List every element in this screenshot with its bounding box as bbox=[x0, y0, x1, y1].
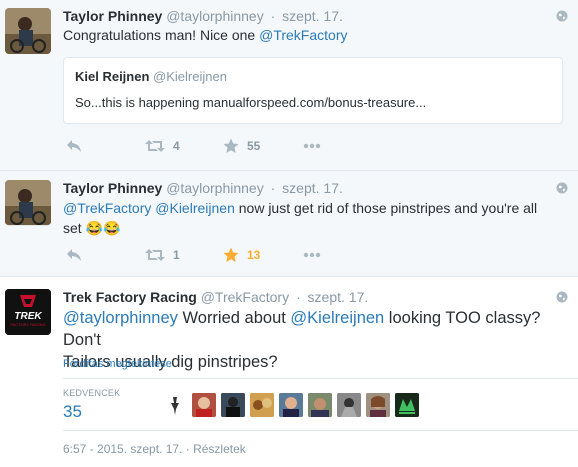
more-button[interactable] bbox=[303, 246, 321, 264]
reply-button[interactable] bbox=[66, 246, 82, 264]
globe-icon bbox=[556, 182, 568, 194]
retweet-button[interactable]: 1 bbox=[145, 246, 180, 264]
retweet-count: 1 bbox=[173, 248, 180, 262]
more-icon bbox=[303, 143, 321, 149]
retweet-icon bbox=[145, 249, 165, 261]
separator-dot: · bbox=[270, 180, 276, 196]
mention-link[interactable]: @taylorphinney bbox=[63, 309, 178, 327]
avatar-taylor-phinney[interactable] bbox=[5, 180, 51, 226]
quoted-header: Kiel Reijnen @Kielreijnen bbox=[75, 69, 227, 84]
more-button[interactable] bbox=[303, 137, 321, 155]
favorite-button[interactable]: 55 bbox=[223, 137, 260, 155]
quoted-tweet[interactable]: Kiel Reijnen @Kielreijnen So...this is h… bbox=[63, 57, 563, 124]
favorites-stat[interactable]: KEDVENCEK 35 bbox=[63, 388, 120, 422]
translate-link[interactable]: Fordítás megtekintése bbox=[63, 358, 172, 370]
favorite-count: 55 bbox=[247, 139, 261, 153]
separator-dot: · bbox=[295, 289, 301, 305]
tweet-time[interactable]: szept. 17. bbox=[282, 8, 343, 24]
more-icon bbox=[303, 252, 321, 258]
author-handle[interactable]: @taylorphinney bbox=[166, 180, 264, 196]
star-icon bbox=[223, 247, 239, 262]
globe-icon bbox=[556, 291, 568, 303]
reply-icon bbox=[67, 140, 81, 152]
author-handle[interactable]: @taylorphinney bbox=[166, 8, 264, 24]
svg-text:TREK: TREK bbox=[14, 311, 42, 322]
separator-dot: · bbox=[270, 8, 276, 24]
faver-avatar[interactable] bbox=[366, 393, 390, 417]
star-icon bbox=[223, 138, 239, 153]
divider bbox=[63, 430, 578, 431]
globe-icon bbox=[556, 10, 568, 22]
favorite-count: 13 bbox=[247, 248, 261, 262]
faver-avatar[interactable] bbox=[279, 393, 303, 417]
trek-logo: TREK FACTORY RACING bbox=[5, 289, 51, 335]
avatar-trek-factory-racing[interactable]: TREK FACTORY RACING bbox=[5, 289, 51, 335]
tweet-text: @TrekFactory @Kielreijnen now just get r… bbox=[63, 200, 538, 236]
favorite-button[interactable]: 13 bbox=[223, 246, 260, 264]
quoted-text: So...this is happening manualforspeed.co… bbox=[75, 95, 427, 110]
faver-avatar[interactable] bbox=[250, 393, 274, 417]
quoted-author-name: Kiel Reijnen bbox=[75, 69, 150, 84]
reply-icon bbox=[67, 249, 81, 261]
svg-text:FACTORY RACING: FACTORY RACING bbox=[10, 322, 45, 327]
faver-avatar[interactable] bbox=[395, 393, 419, 417]
tweet-text: Congratulations man! Nice one @TrekFacto… bbox=[63, 27, 348, 43]
tweet-actions: 1 13 bbox=[63, 246, 363, 264]
faver-avatar[interactable] bbox=[221, 393, 245, 417]
faver-avatar[interactable] bbox=[337, 393, 361, 417]
retweet-count: 4 bbox=[173, 139, 180, 153]
details-link[interactable]: Részletek bbox=[193, 442, 246, 456]
mention-link[interactable]: @Kielreijnen bbox=[290, 309, 384, 327]
tweet-footer: 6:57 - 2015. szept. 17. · Részletek bbox=[63, 442, 246, 456]
tweet-actions: 4 55 bbox=[63, 137, 363, 155]
author-name[interactable]: Taylor Phinney bbox=[63, 8, 162, 24]
mention-link[interactable]: @TrekFactory bbox=[63, 200, 151, 216]
tweet-header: Taylor Phinney @taylorphinney · szept. 1… bbox=[63, 8, 343, 24]
tweet-time[interactable]: szept. 17. bbox=[282, 180, 343, 196]
timestamp[interactable]: 6:57 - 2015. szept. 17. bbox=[63, 442, 182, 456]
avatar-taylor-phinney[interactable] bbox=[5, 8, 51, 54]
faver-avatar[interactable] bbox=[163, 393, 187, 417]
tweet-1[interactable]: Taylor Phinney @taylorphinney · szept. 1… bbox=[0, 0, 578, 171]
author-name[interactable]: Trek Factory Racing bbox=[63, 289, 197, 305]
retweet-icon bbox=[145, 140, 165, 152]
faver-avatar[interactable] bbox=[308, 393, 332, 417]
tweet-time[interactable]: szept. 17. bbox=[308, 289, 369, 305]
author-handle[interactable]: @TrekFactory bbox=[201, 289, 289, 305]
divider bbox=[63, 378, 578, 379]
favorites-count: 35 bbox=[63, 402, 82, 421]
faver-avatar[interactable] bbox=[192, 393, 216, 417]
mention-link[interactable]: @TrekFactory bbox=[259, 27, 347, 43]
mention-link[interactable]: @Kielreijnen bbox=[155, 200, 235, 216]
tweet-header: Trek Factory Racing @TrekFactory · szept… bbox=[63, 289, 368, 305]
quoted-author-handle: @Kielreijnen bbox=[153, 69, 227, 84]
retweet-button[interactable]: 4 bbox=[145, 137, 180, 155]
reply-button[interactable] bbox=[66, 137, 82, 155]
favorites-label: KEDVENCEK bbox=[63, 388, 121, 398]
tweet-header: Taylor Phinney @taylorphinney · szept. 1… bbox=[63, 180, 343, 196]
author-name[interactable]: Taylor Phinney bbox=[63, 180, 162, 196]
